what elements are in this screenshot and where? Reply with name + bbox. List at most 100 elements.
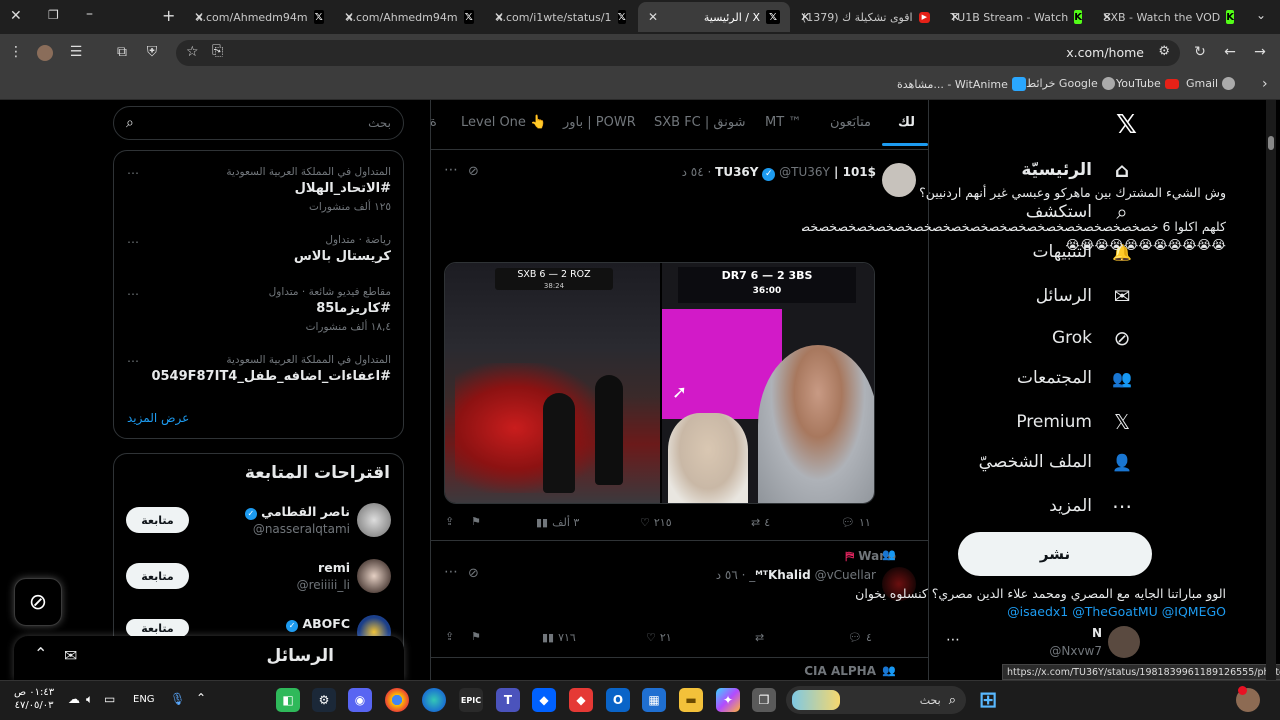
tab[interactable]: ✕ x.com/Ahmedm94m 𝕏 [336,2,484,32]
restore-window-icon[interactable]: ❐ [48,8,59,22]
app-teams-icon[interactable]: T [496,688,520,712]
nav-more[interactable]: ⋯ المزيد [1049,494,1134,518]
bookmark-star-icon[interactable]: ☆ [186,44,199,60]
outlook-icon[interactable]: O [606,688,630,712]
more-icon[interactable]: ⋯ [127,235,139,249]
grok-icon[interactable]: ⊘ [468,566,479,581]
x-logo-icon[interactable]: 𝕏 [1116,110,1137,140]
expand-icon[interactable]: ⌃ [34,644,47,663]
grok-floating-button[interactable]: ⊘ [14,578,62,626]
back-icon[interactable]: ← [1220,44,1240,60]
user-name[interactable]: ناصر القطامي [261,504,350,519]
network-icon[interactable]: ▭ [104,692,115,706]
trend-title[interactable]: #الاتحاد_الهلال [295,181,391,196]
close-tab-icon[interactable]: ✕ [494,10,504,24]
menu-icon[interactable]: ⋮ [6,44,26,60]
close-tab-icon[interactable]: ✕ [1102,10,1112,24]
tab-list-overflow[interactable]: ة [430,115,437,130]
more-icon[interactable]: ⋯ [127,287,139,301]
user-avatar[interactable] [357,559,391,593]
store-icon[interactable]: ▦ [642,688,666,712]
repost-button[interactable]: ⇄ ٤ [751,516,770,529]
app-red-icon[interactable]: ◆ [569,688,593,712]
discord-icon[interactable]: ◉ [348,688,372,712]
app-green-icon[interactable]: ◧ [276,688,300,712]
forward-icon[interactable]: → [1250,44,1270,60]
steam-icon[interactable]: ⚙ [312,688,336,712]
tray-chevron-icon[interactable]: ⌃ [196,691,206,705]
close-tab-icon[interactable]: ✕ [194,10,204,24]
more-icon[interactable]: ⋯ [444,162,458,178]
bookmark-google-maps[interactable]: خرائط Google [1026,77,1115,90]
trend-title[interactable]: #اعفاءات_اضافه_طفل_0549F87IT4 [151,369,391,384]
profile-icon[interactable] [37,45,53,61]
tab[interactable]: ✕ x.com/Ahmedm94m 𝕏 [186,2,334,32]
user-avatar[interactable] [357,503,391,537]
like-button[interactable]: ♡ ٢١ [646,631,672,644]
author-name[interactable]: ᴹᵀKhalid [755,568,810,582]
close-window-icon[interactable]: ✕ [10,8,22,24]
user-handle[interactable]: @nasseralqtami [253,522,350,536]
cloud-icon[interactable]: ☁ [68,692,80,706]
views-button[interactable]: ▮▮ ٣ ألف [536,516,579,529]
task-view-icon[interactable]: ❐ [752,688,776,712]
page-scrollbar[interactable] [1266,100,1276,680]
new-tab-icon[interactable]: + [162,6,175,25]
address-bar[interactable]: ☆ ⎘ x.com/home ⚙ [176,40,1180,66]
reposted-by[interactable]: CIA ALPHA [804,664,876,678]
tab-list-level-one[interactable]: Level One 👆 [461,115,546,130]
tab-list-mt[interactable]: MT ™ [765,115,801,130]
more-icon[interactable]: ⋯ [946,632,960,648]
tab-search-icon[interactable]: ⌄ [1256,8,1266,22]
reply-button[interactable]: 💬︎ ٤ [848,631,872,644]
tab-list-powr[interactable]: باور | POWR [563,115,636,130]
account-switcher[interactable]: N @Nxvw7 ⋯ [944,622,1144,666]
shield-icon[interactable]: ⛨ [142,44,162,60]
like-button[interactable]: ♡ ٢١٥ [640,516,672,529]
share-icon[interactable]: ⇪ [445,515,454,528]
nav-home[interactable]: ⌂ الرئيسيّة [1021,158,1134,182]
site-settings-icon[interactable]: ⚙ [1158,44,1170,59]
bookmark-witanime[interactable]: مشاهدة... - WitAnime [897,77,1026,91]
more-icon[interactable]: ⋯ [127,166,139,180]
tab[interactable]: ✕ TU1B Stream - Watch K [942,2,1092,32]
user-name[interactable]: ABOFC [302,616,350,631]
close-tab-icon[interactable]: ✕ [648,10,658,24]
minimize-window-icon[interactable]: – [86,6,93,22]
nav-communities[interactable]: 👥 المجتمعات [1017,368,1134,388]
trend-title[interactable]: كريستال بالاس [294,249,391,264]
file-explorer-icon[interactable]: ▬ [679,688,703,712]
media-photo-right[interactable]: DR7 6 — 2 3BS 36:00 [662,263,874,503]
show-more-link[interactable]: عرض المزيد [127,411,189,425]
tweet-time[interactable]: ٥٤ د [682,165,704,179]
close-tab-icon[interactable]: ✕ [800,10,810,24]
nav-premium[interactable]: 𝕏 Premium [1016,410,1134,434]
bookmark-gmail[interactable]: Gmail [1186,77,1236,90]
windows-start-icon[interactable]: ⊞ [976,688,1000,713]
epic-games-icon[interactable]: EPIC [459,688,483,712]
trend-title[interactable]: #كاريزما85 [316,301,391,316]
follow-button[interactable]: متابعة [126,507,189,533]
tweet-media[interactable]: SXB 6 — 2 ROZ 38:24 DR7 6 — 2 3BS 36:00 [444,262,875,504]
new-message-icon[interactable]: ✉ [64,646,77,665]
tab[interactable]: ✕ x.com/i1wte/status/1 𝕏 [486,2,636,32]
reply-button[interactable]: 💬︎ ١١ [841,516,871,529]
microphone-icon[interactable]: 🎙︎ [170,692,185,706]
extensions-icon[interactable]: ⧉ [112,44,132,60]
scrollbar-thumb[interactable] [1268,136,1274,150]
search-input[interactable]: بحث [368,116,391,130]
messages-drawer[interactable]: الرسائل ✉ ⌃ [14,636,404,680]
user-name[interactable]: remi [318,560,350,575]
tab-active[interactable]: ✕ الرئيسية / X 𝕏 [638,2,790,32]
nav-profile[interactable]: 👤 الملف الشخصيّ [979,452,1134,472]
tab-for-you[interactable]: لك [898,115,915,130]
tab-following[interactable]: متابَعون [830,115,871,130]
close-tab-icon[interactable]: ✕ [344,10,354,24]
grok-icon[interactable]: ⊘ [468,164,479,179]
post-button[interactable]: نشر [958,532,1152,576]
media-photo-left[interactable]: SXB 6 — 2 ROZ 38:24 [445,263,660,503]
tweet-time[interactable]: ٥٦ د [716,568,738,582]
more-icon[interactable]: ⋯ [444,564,458,580]
follow-button[interactable]: متابعة [126,619,189,637]
bookmark-icon[interactable]: ⚑ [471,515,481,528]
